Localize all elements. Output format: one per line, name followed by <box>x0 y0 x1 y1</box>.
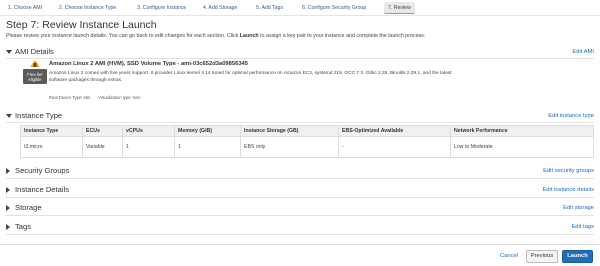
tab-add-tags[interactable]: 5. Add Tags <box>252 2 287 14</box>
ami-details-header[interactable]: AMI Details Edit AMI <box>6 47 594 57</box>
table-row: t2.micro Variable 1 1 EBS only - Low to … <box>20 136 594 158</box>
intro-text-launch: Launch <box>239 33 259 39</box>
edit-instance-type-link[interactable]: Edit instance type <box>548 112 594 120</box>
caret-right-icon <box>6 205 10 211</box>
tags-header[interactable]: Tags Edit tags <box>6 222 594 232</box>
footer-divider <box>0 244 600 245</box>
tab-add-storage[interactable]: 4. Add Storage <box>199 2 241 14</box>
column-header: EBS-Optimized Available <box>338 125 451 137</box>
instance-type-table: Instance Type ECUs vCPUs Memory (GiB) In… <box>20 125 594 158</box>
intro-text-start: Please review your instance launch detai… <box>6 33 240 39</box>
edit-storage-link[interactable]: Edit storage <box>563 204 594 212</box>
amazon-linux-icon <box>30 60 40 67</box>
security-groups-title: Security Groups <box>15 166 70 175</box>
cancel-button[interactable]: Cancel <box>500 253 518 259</box>
column-header: ECUs <box>82 125 123 137</box>
tab-choose-instance-type[interactable]: 2. Choose Instance Type <box>55 2 120 14</box>
instance-details-title: Instance Details <box>15 185 70 194</box>
tab-label: 6. Configure Security Group <box>302 5 367 11</box>
caret-right-icon <box>6 168 10 174</box>
tab-configure-security-group[interactable]: 6. Configure Security Group <box>298 2 370 14</box>
page-title: Step 7: Review Instance Launch <box>6 19 157 31</box>
intro-text-end: to assign a key pair to your instance an… <box>258 33 426 39</box>
ami-description: Amazon Linux 2 comes with five years sup… <box>49 71 452 83</box>
divider <box>6 234 594 235</box>
edit-tags-link[interactable]: Edit tags <box>571 223 594 231</box>
instance-details-header[interactable]: Instance Details Edit instance details <box>6 185 594 195</box>
previous-button[interactable]: Previous <box>526 250 558 263</box>
storage-header[interactable]: Storage Edit storage <box>6 203 594 213</box>
page-intro: Please review your instance launch detai… <box>6 33 425 39</box>
free-tier-badge-label: Free tier eligible <box>27 71 43 82</box>
divider <box>6 122 594 123</box>
table-cell: Low to Moderate <box>450 136 594 158</box>
table-cell: 1 <box>122 136 175 158</box>
storage-title: Storage <box>15 203 42 212</box>
ami-details-title: AMI Details <box>15 47 54 56</box>
divider <box>6 178 594 179</box>
divider <box>6 215 594 216</box>
caret-right-icon <box>6 187 10 193</box>
wizard-steps: 1. Choose AMI 2. Choose Instance Type 3.… <box>0 0 600 16</box>
tab-configure-instance[interactable]: 3. Configure Instance <box>133 2 190 14</box>
tab-label: 5. Add Tags <box>256 5 284 11</box>
free-tier-badge: Free tier eligible <box>23 69 47 84</box>
divider <box>6 58 594 59</box>
edit-security-groups-link[interactable]: Edit security groups <box>543 167 594 175</box>
table-cell: EBS only <box>240 136 339 158</box>
caret-down-icon <box>6 114 12 118</box>
edit-instance-details-link[interactable]: Edit instance details <box>542 186 594 194</box>
table-cell: - <box>338 136 451 158</box>
instance-type-header[interactable]: Instance Type Edit instance type <box>6 111 594 121</box>
table-cell: Variable <box>82 136 123 158</box>
column-header: Memory (GiB) <box>174 125 241 137</box>
edit-ami-link[interactable]: Edit AMI <box>572 48 594 56</box>
security-groups-header[interactable]: Security Groups Edit security groups <box>6 166 594 176</box>
tab-review[interactable]: 7. Review <box>384 2 415 14</box>
table-cell: 1 <box>174 136 241 158</box>
tab-label: 2. Choose Instance Type <box>59 5 117 11</box>
caret-down-icon <box>6 50 12 54</box>
divider <box>6 197 594 198</box>
table-header-row: Instance Type ECUs vCPUs Memory (GiB) In… <box>20 125 594 137</box>
table-cell: t2.micro <box>20 136 83 158</box>
tab-label: 3. Configure Instance <box>137 5 187 11</box>
tab-label: 4. Add Storage <box>203 5 238 11</box>
column-header: vCPUs <box>122 125 175 137</box>
column-header: Instance Storage (GB) <box>240 125 339 137</box>
virtualization-type: Virtualization type: hvm <box>98 95 141 100</box>
instance-type-title: Instance Type <box>15 111 63 120</box>
tab-choose-ami[interactable]: 1. Choose AMI <box>4 2 46 14</box>
ami-name: Amazon Linux 2 AMI (HVM), SSD Volume Typ… <box>49 61 248 67</box>
caret-right-icon <box>6 224 10 230</box>
column-header: Network Performance <box>450 125 594 137</box>
ami-meta: Root Device Type: ebs Virtualization type… <box>49 95 140 100</box>
tab-label: 7. Review <box>388 5 411 11</box>
root-device-type: Root Device Type: ebs <box>49 95 91 100</box>
tab-label: 1. Choose AMI <box>8 5 43 11</box>
column-header: Instance Type <box>20 125 83 137</box>
launch-button[interactable]: Launch <box>562 250 593 263</box>
tags-title: Tags <box>15 222 32 231</box>
